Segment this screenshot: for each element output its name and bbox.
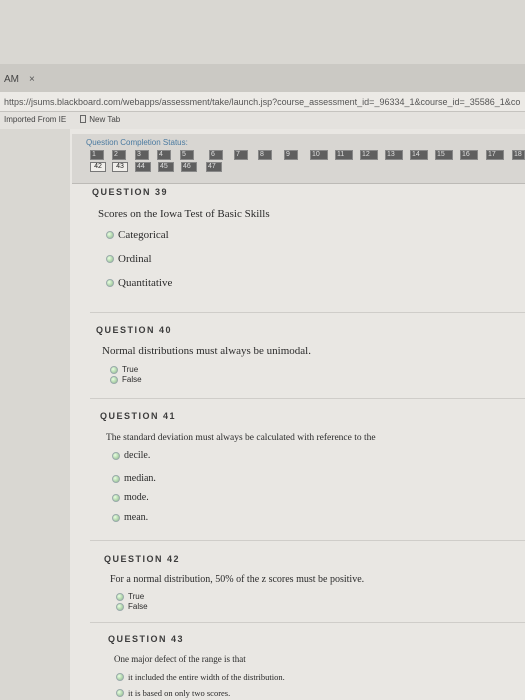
- question-divider: [90, 622, 525, 623]
- option-label: Ordinal: [118, 253, 152, 265]
- radio-button[interactable]: [112, 513, 120, 522]
- status-title: Question Completion Status:: [86, 138, 188, 147]
- question-block: QUESTION 40 Normal distributions must al…: [96, 325, 524, 390]
- radio-button[interactable]: [106, 279, 114, 287]
- radio-button[interactable]: [116, 592, 124, 601]
- status-question-button[interactable]: 15: [435, 150, 453, 160]
- question-text: Scores on the Iowa Test of Basic Skills: [98, 208, 270, 220]
- address-bar[interactable]: https://jsums.blackboard.com/webapps/ass…: [0, 92, 525, 112]
- bookmark-imported[interactable]: Imported From IE: [4, 115, 66, 126]
- radio-button[interactable]: [116, 602, 124, 611]
- radio-button[interactable]: [110, 375, 118, 384]
- question-heading: QUESTION 39: [92, 187, 169, 197]
- status-question-button[interactable]: 44: [135, 162, 151, 172]
- option-label: median.: [124, 473, 156, 484]
- status-question-button[interactable]: 17: [486, 150, 504, 160]
- radio-button[interactable]: [112, 493, 120, 502]
- status-question-button[interactable]: 2: [112, 150, 126, 160]
- status-question-button[interactable]: 4: [157, 150, 171, 160]
- status-question-button[interactable]: 11: [335, 150, 353, 160]
- option-label: True: [122, 365, 139, 374]
- question-divider: [90, 312, 525, 313]
- option-label: True: [128, 592, 145, 601]
- document-icon: [80, 115, 87, 123]
- answer-option[interactable]: it included the entire width of the dist…: [116, 672, 285, 682]
- option-label: it included the entire width of the dist…: [128, 672, 285, 682]
- question-heading: QUESTION 41: [100, 411, 177, 421]
- status-question-button[interactable]: 46: [181, 162, 197, 172]
- answer-option[interactable]: True: [116, 592, 144, 601]
- close-icon[interactable]: ×: [29, 74, 35, 85]
- radio-button[interactable]: [106, 231, 114, 239]
- question-heading: QUESTION 40: [96, 325, 173, 335]
- status-question-button[interactable]: 14: [410, 150, 428, 160]
- answer-option[interactable]: mean.: [112, 512, 148, 523]
- question-divider: [90, 540, 525, 541]
- bookmark-new-tab[interactable]: New Tab: [80, 115, 120, 126]
- question-block: QUESTION 41 The standard deviation must …: [100, 411, 524, 526]
- status-question-button[interactable]: 12: [360, 150, 378, 160]
- status-question-button[interactable]: 13: [385, 150, 403, 160]
- option-label: mode.: [124, 492, 149, 503]
- status-question-button[interactable]: 47: [206, 162, 222, 172]
- answer-option[interactable]: mode.: [112, 492, 149, 503]
- question-heading: QUESTION 43: [108, 634, 185, 644]
- tab-title: AM: [4, 73, 19, 85]
- question-text: For a normal distribution, 50% of the z …: [110, 574, 365, 585]
- question-completion-status: Question Completion Status: 1 2 3 4 5 6 …: [72, 134, 525, 184]
- bookmark-new-tab-label: New Tab: [89, 115, 121, 124]
- status-question-button[interactable]: 8: [258, 150, 272, 160]
- browser-tab[interactable]: AM ×: [0, 68, 70, 90]
- answer-option[interactable]: False: [110, 375, 142, 384]
- radio-button[interactable]: [106, 255, 114, 263]
- option-label: mean.: [124, 512, 149, 523]
- question-heading: QUESTION 42: [104, 554, 181, 564]
- question-block: QUESTION 39 Scores on the Iowa Test of B…: [92, 187, 522, 297]
- question-text: Normal distributions must always be unim…: [102, 345, 311, 357]
- question-text: One major defect of the range is that: [114, 654, 246, 664]
- radio-button[interactable]: [116, 673, 124, 681]
- answer-option[interactable]: it is based on only two scores.: [116, 688, 230, 698]
- option-label: False: [128, 602, 148, 611]
- option-label: Categorical: [118, 229, 169, 241]
- answer-option[interactable]: Ordinal: [106, 253, 152, 265]
- status-question-button[interactable]: 6: [209, 150, 223, 160]
- option-label: Quantitative: [118, 277, 173, 289]
- question-block: QUESTION 42 For a normal distribution, 5…: [104, 554, 524, 614]
- question-block: QUESTION 43 One major defect of the rang…: [108, 634, 524, 700]
- answer-option[interactable]: Quantitative: [106, 277, 172, 289]
- status-question-button[interactable]: 1: [90, 150, 104, 160]
- option-label: decile.: [124, 450, 151, 461]
- status-question-button[interactable]: 7: [234, 150, 248, 160]
- status-question-button[interactable]: 42: [90, 162, 106, 172]
- status-question-button[interactable]: 43: [112, 162, 128, 172]
- status-question-button[interactable]: 5: [180, 150, 194, 160]
- answer-option[interactable]: decile.: [112, 450, 150, 461]
- status-question-button[interactable]: 10: [310, 150, 328, 160]
- radio-button[interactable]: [112, 451, 120, 460]
- option-label: it is based on only two scores.: [128, 688, 231, 698]
- answer-option[interactable]: median.: [112, 473, 156, 484]
- status-question-button[interactable]: 3: [135, 150, 149, 160]
- browser-tab-bar: AM ×: [0, 64, 525, 92]
- question-text: The standard deviation must always be ca…: [106, 433, 376, 443]
- radio-button[interactable]: [116, 689, 124, 697]
- option-label: False: [122, 375, 142, 384]
- question-divider: [90, 398, 525, 399]
- answer-option[interactable]: True: [110, 365, 138, 374]
- status-question-button[interactable]: 9: [284, 150, 298, 160]
- radio-button[interactable]: [110, 365, 118, 374]
- bookmarks-bar: Imported From IE New Tab: [0, 112, 525, 129]
- answer-option[interactable]: False: [116, 602, 148, 611]
- status-question-button[interactable]: 45: [158, 162, 174, 172]
- answer-option[interactable]: Categorical: [106, 229, 169, 241]
- status-question-button[interactable]: 18: [512, 150, 525, 160]
- radio-button[interactable]: [112, 474, 120, 483]
- status-question-button[interactable]: 16: [460, 150, 478, 160]
